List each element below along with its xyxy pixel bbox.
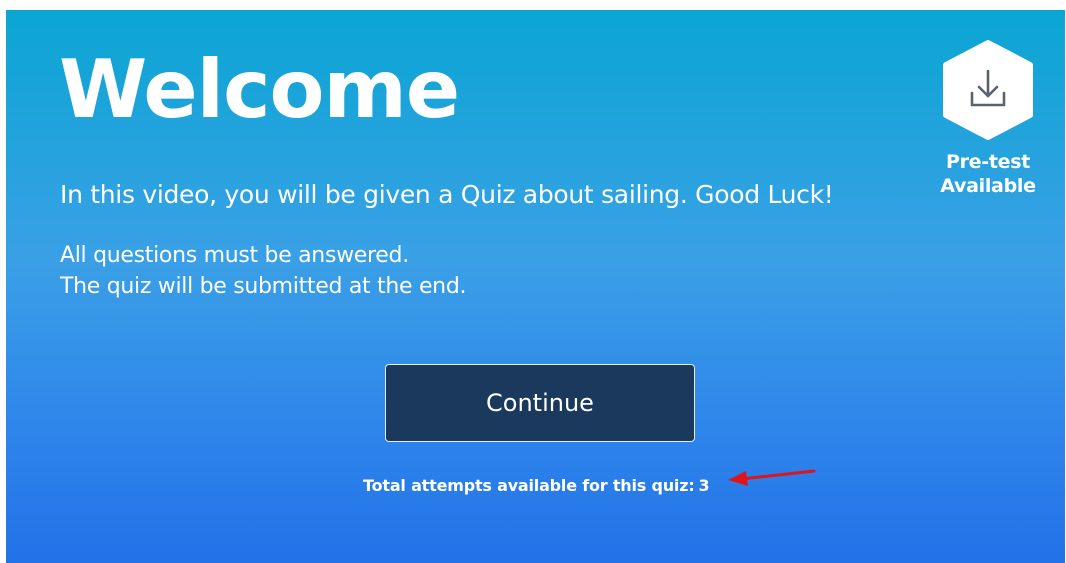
attempts-label: Total attempts available for this quiz: (363, 476, 695, 495)
continue-button[interactable]: Continue (385, 364, 695, 442)
attempts-count: 3 (698, 476, 710, 495)
rule-text-answer-all: All questions must be answered. (60, 243, 409, 268)
red-arrow-annotation (728, 469, 816, 486)
page-title: Welcome (59, 43, 460, 136)
attempts-info: Total attempts available for this quiz: 3 (363, 476, 710, 495)
rule-text-submit-end: The quiz will be submitted at the end. (60, 274, 467, 299)
intro-text: In this video, you will be given a Quiz … (60, 180, 834, 209)
hexagon-badge (943, 40, 1033, 140)
quiz-welcome-panel: Welcome In this video, you will be given… (6, 10, 1065, 563)
pretest-label-line2: Available (940, 175, 1036, 197)
pretest-download-button[interactable]: Pre-test Available (936, 38, 1040, 198)
pretest-label-line1: Pre-test (945, 151, 1031, 173)
